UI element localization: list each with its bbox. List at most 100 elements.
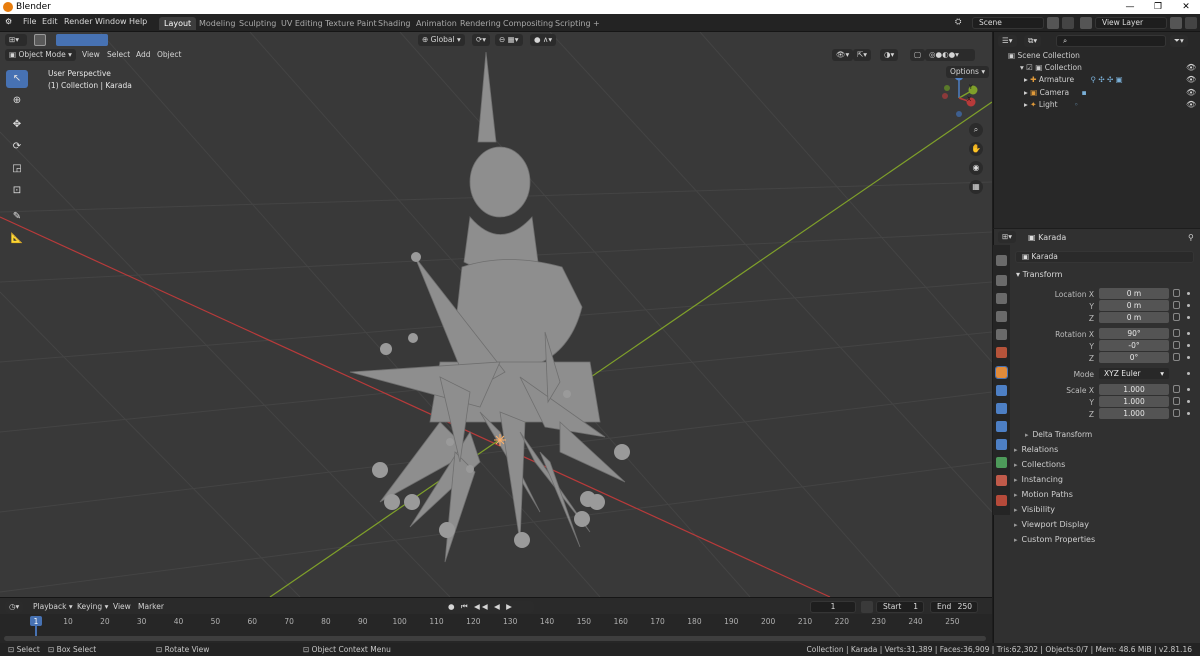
menu-file[interactable]: File	[23, 17, 36, 26]
move-tool-icon[interactable]: ✥	[6, 116, 28, 134]
zoom-icon[interactable]: ⌕	[969, 123, 983, 137]
options-dropdown[interactable]: Options ▾	[946, 66, 990, 78]
world-tab-icon[interactable]	[996, 347, 1007, 358]
transform-section-header[interactable]: ▾ Transform	[1016, 270, 1062, 279]
constraints-tab-icon[interactable]	[996, 439, 1007, 450]
pivot-point-icon[interactable]: ⟳▾	[472, 34, 491, 46]
minimize-button[interactable]: —	[1116, 0, 1144, 14]
clock-icon[interactable]	[861, 601, 873, 613]
visibility-icon[interactable]: 👁▾	[832, 49, 854, 61]
menu-edit[interactable]: Edit	[42, 17, 58, 26]
location-x-field[interactable]: 0 m	[1099, 288, 1169, 299]
marker-menu[interactable]: Marker	[134, 601, 168, 613]
editor-type-icon[interactable]: ⊞▾	[5, 34, 27, 46]
selection-mode-buttons[interactable]	[56, 34, 108, 46]
new-view-layer-icon[interactable]	[1170, 17, 1182, 29]
location-z-field[interactable]: 0 m	[1099, 312, 1169, 323]
transform-tool-icon[interactable]: ⊡	[6, 182, 28, 200]
data-tab-icon[interactable]	[996, 457, 1007, 468]
collection-visibility-icon[interactable]: 👁	[1186, 63, 1196, 72]
object-name-field[interactable]: ▣ Karada	[1015, 251, 1194, 263]
output-tab-icon[interactable]	[996, 293, 1007, 304]
location-x-lock-icon[interactable]	[1173, 289, 1180, 297]
close-button[interactable]: ✕	[1172, 0, 1200, 14]
collection-row[interactable]: ▾ ☑ ▣ Collection	[1020, 63, 1082, 72]
start-frame-field[interactable]: Start 1	[876, 601, 924, 613]
armature-visibility-icon[interactable]: 👁	[1186, 75, 1196, 84]
scale-y-lock-icon[interactable]	[1173, 397, 1180, 405]
blender-menu-icon[interactable]: ⚙	[5, 17, 12, 26]
mode-dropdown[interactable]: ▣ Object Mode ▾	[5, 49, 76, 61]
menu-select[interactable]: Select	[103, 49, 134, 61]
rotation-x-lock-icon[interactable]	[1173, 329, 1180, 337]
location-y-lock-icon[interactable]	[1173, 301, 1180, 309]
instancing-section[interactable]: Instancing	[1014, 475, 1063, 484]
scale-y-keyframe-icon[interactable]	[1187, 400, 1190, 403]
scene-collection-row[interactable]: ▣ Scene Collection	[1008, 51, 1080, 60]
scale-y-field[interactable]: 1.000	[1099, 396, 1169, 407]
tab-sculpting[interactable]: Sculpting	[234, 17, 281, 30]
playback-controls[interactable]: ● ⏮ ◀◀ ◀ ▶ ▶▶ ⏭	[444, 601, 534, 623]
rotation-x-field[interactable]: 90°	[1099, 328, 1169, 339]
xray-toggle-icon[interactable]: ▢	[910, 49, 926, 61]
view-layer-field[interactable]: View Layer	[1095, 17, 1167, 29]
view-layer-tab-icon[interactable]	[996, 311, 1007, 322]
outliner-item-camera[interactable]: ▸ ▣ Camera ▪	[1024, 88, 1087, 97]
outliner-search-input[interactable]: ⌕	[1056, 35, 1166, 47]
timeline-editor-icon[interactable]: ◷▾	[5, 601, 24, 613]
scale-x-keyframe-icon[interactable]	[1187, 388, 1190, 391]
scale-z-field[interactable]: 1.000	[1099, 408, 1169, 419]
outliner-item-light[interactable]: ▸ ✦ Light ◦	[1024, 100, 1078, 109]
tab-layout[interactable]: Layout	[159, 17, 197, 30]
rotation-mode-dropdown[interactable]: XYZ Euler ▾	[1099, 368, 1169, 379]
camera-view-icon[interactable]: ◉	[969, 161, 983, 175]
menu-render[interactable]: Render	[64, 17, 92, 26]
rotation-y-field[interactable]: -0°	[1099, 340, 1169, 351]
pan-hand-icon[interactable]: ✋	[969, 142, 983, 156]
select-tool-icon[interactable]	[34, 34, 46, 46]
motion-paths-section[interactable]: Motion Paths	[1014, 490, 1073, 499]
cursor-tool-icon[interactable]: ⊕	[6, 92, 28, 110]
scene-field[interactable]: Scene	[972, 17, 1044, 29]
rotation-y-lock-icon[interactable]	[1173, 341, 1180, 349]
visibility-section[interactable]: Visibility	[1014, 505, 1056, 514]
filter-icon[interactable]: ⏷▾	[1170, 35, 1188, 47]
physics-tab-icon[interactable]	[996, 421, 1007, 432]
scale-x-lock-icon[interactable]	[1173, 385, 1180, 393]
modifier-tab-icon[interactable]	[996, 385, 1007, 396]
light-visibility-icon[interactable]: 👁	[1186, 100, 1196, 109]
outliner-editor-icon[interactable]: ☰▾	[998, 35, 1017, 47]
material-tab-icon[interactable]	[996, 475, 1007, 486]
render-tab-icon[interactable]	[996, 275, 1007, 286]
tool-tab-icon[interactable]	[996, 255, 1007, 266]
scene-tab-icon[interactable]	[996, 329, 1007, 340]
delete-scene-icon[interactable]	[1062, 17, 1074, 29]
menu-add[interactable]: Add	[132, 49, 155, 61]
gizmo-toggle-icon[interactable]: ⇱▾	[853, 49, 872, 61]
menu-view[interactable]: View	[78, 49, 104, 61]
scale-z-lock-icon[interactable]	[1173, 409, 1180, 417]
new-scene-icon[interactable]	[1047, 17, 1059, 29]
measure-tool-icon[interactable]: 📐	[6, 230, 28, 248]
current-frame-field[interactable]: 1	[810, 601, 856, 613]
scale-z-keyframe-icon[interactable]	[1187, 412, 1190, 415]
relations-section[interactable]: Relations	[1014, 445, 1059, 454]
rotation-mode-keyframe-icon[interactable]	[1187, 372, 1190, 375]
menu-window[interactable]: Window	[95, 17, 127, 26]
tab-shading[interactable]: Shading	[373, 17, 416, 30]
add-workspace-button[interactable]: +	[588, 17, 605, 30]
snapping-icon[interactable]: ⊖ ▦▾	[495, 34, 523, 46]
location-z-keyframe-icon[interactable]	[1187, 316, 1190, 319]
delta-transform-section[interactable]: Delta Transform	[1025, 430, 1093, 439]
texture-tab-icon[interactable]	[996, 495, 1007, 506]
ortho-grid-icon[interactable]: ▦	[969, 180, 983, 194]
overlay-toggle-icon[interactable]: ◑▾	[880, 49, 899, 61]
particles-tab-icon[interactable]	[996, 403, 1007, 414]
scale-tool-icon[interactable]: ◲	[6, 160, 28, 178]
pin-icon[interactable]: ⚲	[1188, 233, 1194, 242]
select-box-tool-icon[interactable]: ↖	[6, 70, 28, 88]
delete-view-layer-icon[interactable]	[1185, 17, 1197, 29]
end-frame-field[interactable]: End 250	[930, 601, 978, 613]
timeline-scrollbar[interactable]	[4, 636, 986, 641]
rotation-z-keyframe-icon[interactable]	[1187, 356, 1190, 359]
